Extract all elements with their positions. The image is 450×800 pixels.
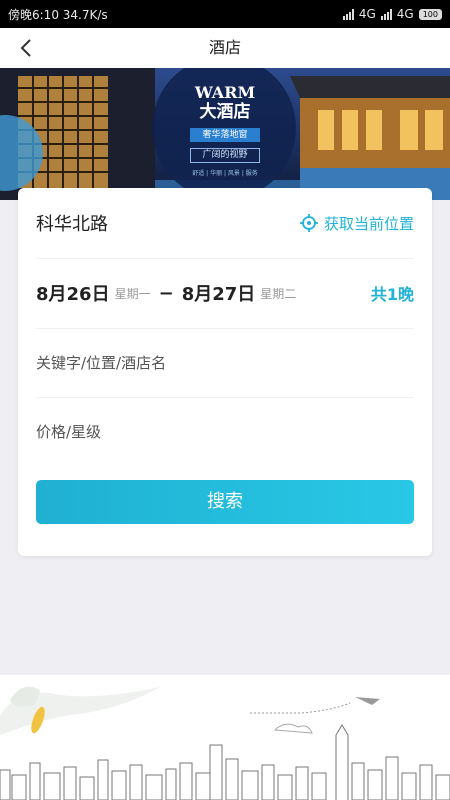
- date-separator: −: [158, 282, 174, 304]
- locate-label: 获取当前位置: [323, 214, 414, 233]
- keyword-input[interactable]: 关键字/位置/酒店名: [36, 352, 166, 373]
- skyline-footer: [0, 675, 450, 800]
- battery-icon: 100: [418, 8, 442, 20]
- checkin-date[interactable]: 8月26日: [36, 280, 110, 306]
- signal-icon: [342, 8, 354, 20]
- search-button[interactable]: 搜索: [36, 480, 414, 524]
- network-label: 4G: [358, 7, 376, 21]
- banner-title-cn: 大酒店: [199, 102, 251, 122]
- banner-tag-2: 广阔的视野: [190, 148, 260, 163]
- checkin-weekday: 星期一: [114, 286, 151, 301]
- banner-tag-1: 奢华落地窗: [190, 128, 260, 142]
- locate-icon: [299, 214, 318, 232]
- search-card: 科华北路 获取当前位置 8月26日 星期一 − 8月27日 星期二 共1晚 关键…: [18, 188, 432, 556]
- locate-button[interactable]: 获取当前位置: [299, 213, 414, 234]
- city-label[interactable]: 科华北路: [36, 210, 108, 236]
- price-row[interactable]: 价格/星级: [36, 397, 414, 466]
- network-label-2: 4G: [396, 7, 414, 21]
- skyline-illustration: [0, 686, 450, 800]
- status-icons: 4G 4G 100: [342, 7, 442, 21]
- nights-count: 共1晚: [370, 285, 414, 304]
- status-bar: 傍晚6:10 34.7K/s 4G 4G 100: [0, 0, 450, 28]
- keyword-row[interactable]: 关键字/位置/酒店名: [36, 328, 414, 398]
- date-row[interactable]: 8月26日 星期一 − 8月27日 星期二 共1晚: [36, 258, 414, 329]
- nav-bar: 酒店: [0, 28, 450, 68]
- city-row[interactable]: 科华北路 获取当前位置: [36, 188, 414, 259]
- banner-features: 舒适 | 华丽 | 风景 | 服务: [192, 170, 258, 177]
- checkout-date[interactable]: 8月27日: [182, 280, 256, 306]
- banner-title-en: WARM: [194, 83, 256, 102]
- checkout-weekday: 星期二: [260, 286, 297, 301]
- price-star-input[interactable]: 价格/星级: [36, 421, 101, 442]
- hotel-banner[interactable]: WARM 大酒店 奢华落地窗 广阔的视野 舒适 | 华丽 | 风景 | 服务: [0, 68, 450, 200]
- signal-icon-2: [380, 8, 392, 20]
- status-time-speed: 傍晚6:10 34.7K/s: [8, 7, 108, 22]
- page-title: 酒店: [208, 38, 241, 57]
